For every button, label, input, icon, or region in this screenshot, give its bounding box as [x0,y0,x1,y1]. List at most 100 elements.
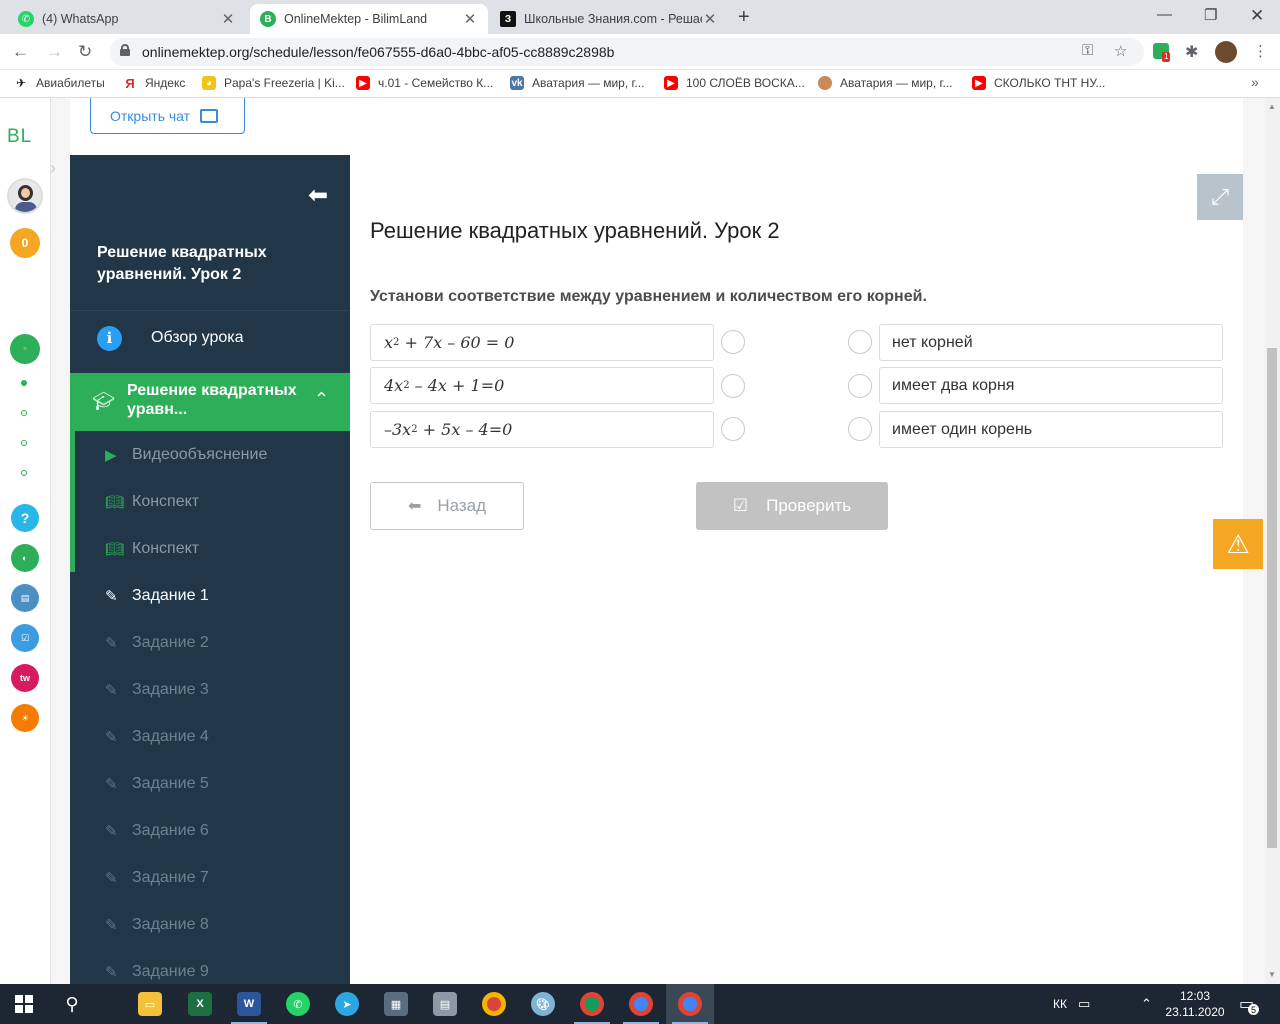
start-button[interactable] [0,984,48,1024]
sidebar-item-task-3[interactable]: ✎ Задание 3 [70,666,350,713]
reload-icon[interactable]: ↻ [78,42,92,62]
star-icon[interactable]: ☆ [1114,42,1127,60]
taskbar-calculator[interactable]: ▦ [372,984,420,1024]
nav-dot[interactable] [21,470,27,476]
equation-2-connector[interactable] [721,374,745,398]
equation-card-3[interactable]: –3x 2 + 5x – 4=0 [370,411,714,448]
close-tab-icon[interactable]: ✕ [220,10,236,28]
back-arrow-icon[interactable]: ← [12,42,29,62]
back-button[interactable]: ⬅ Назад [370,482,524,530]
omnibox[interactable]: onlinemektep.org/schedule/lesson/fe06755… [110,38,1144,66]
nav-dot[interactable] [21,440,27,446]
minimize-button[interactable]: — [1157,6,1172,23]
tab-onlinemektep[interactable]: B OnlineMektep - BilimLand ✕ [250,4,488,34]
taskbar-word[interactable]: W [225,984,273,1024]
bl-logo[interactable]: BL [7,126,32,148]
scroll-up-arrow-icon[interactable]: ▲ [1268,102,1276,111]
notifications-icon[interactable]: ▭ 5 [1239,984,1259,1024]
expand-rail-chevron-icon[interactable]: › [50,158,56,179]
profile-avatar[interactable] [1215,41,1237,63]
url-text[interactable]: onlinemektep.org/schedule/lesson/fe06755… [142,44,614,60]
answer-card-3[interactable]: имеет один корень [879,411,1223,448]
bilimland-app-icon[interactable]: ◐ [11,544,39,572]
network-icon[interactable]: ▭ [1078,984,1090,1024]
tab-whatsapp[interactable]: ✆ (4) WhatsApp ✕ [8,4,246,34]
sun-icon[interactable]: ☀ [11,704,39,732]
twig-icon[interactable]: tw [11,664,39,692]
close-tab-icon[interactable]: ✕ [702,10,718,28]
bookmark-item[interactable]: vk Аватария — мир, г... [510,76,644,90]
taskbar-chrome-3[interactable] [617,984,665,1024]
restore-button[interactable]: ❐ [1204,6,1217,24]
search-button[interactable]: ⚲ [48,984,96,1024]
nav-dot[interactable] [21,410,27,416]
equation-1-connector[interactable] [721,330,745,354]
taskbar-whatsapp[interactable]: ✆ [274,984,322,1024]
equation-3-connector[interactable] [721,417,745,441]
scroll-down-arrow-icon[interactable]: ▼ [1268,970,1276,979]
user-avatar[interactable] [7,178,43,214]
sidebar-item-video[interactable]: ▶ Видеообъяснение [70,431,350,478]
nav-dot[interactable] [21,380,27,386]
checklist-icon[interactable]: ☑ [11,624,39,652]
bookmark-item[interactable]: ▶ 100 СЛОЁВ ВОСКА... [664,76,805,90]
answer-2-connector[interactable] [848,374,872,398]
equation-card-1[interactable]: x2 + 7x – 60 = 0 [370,324,714,361]
answer-card-1[interactable]: нет корней [879,324,1223,361]
close-window-button[interactable]: ✕ [1250,6,1264,26]
answer-3-connector[interactable] [848,417,872,441]
bookmark-item[interactable]: Аватария — мир, г... [818,76,952,90]
bookmark-item[interactable]: ▶ ч.01 - Семейство К... [356,76,493,90]
taskbar-explorer[interactable]: ▭ [126,984,174,1024]
onlinemektep-icon[interactable]: ○ [10,334,40,364]
sidebar-item-notes[interactable]: 📖︎ Конспект [70,478,350,525]
report-problem-button[interactable]: ⚠ [1213,519,1263,569]
puzzle-icon[interactable]: ✱ [1185,42,1198,62]
input-language[interactable]: КК [1053,984,1067,1024]
bookmark-item[interactable]: ◕ Papa's Freezeria | Ki... [202,76,345,90]
sidebar-item-task-4[interactable]: ✎ Задание 4 [70,713,350,760]
bilimbook-icon[interactable]: ▤ [11,584,39,612]
check-button[interactable]: ☑ Проверить [696,482,888,530]
sidebar-section-current[interactable]: 🎓︎ Решение квадратных уравн... ⌃ [70,373,350,431]
sidebar-item-task-1[interactable]: ✎ Задание 1 [70,572,350,619]
close-tab-icon[interactable]: ✕ [462,10,478,28]
new-tab-button[interactable]: + [738,6,750,29]
sidebar-item-task-6[interactable]: ✎ Задание 6 [70,807,350,854]
sidebar-item-task-7[interactable]: ✎ Задание 7 [70,854,350,901]
bookmark-item[interactable]: ✈ Авиабилеты [14,76,105,90]
sidebar-item-task-9[interactable]: ✎ Задание 9 [70,948,350,984]
help-icon[interactable]: ? [11,504,39,532]
bookmark-item[interactable]: Я Яндекс [123,76,185,91]
taskbar-paint[interactable]: 🎨︎ [519,984,567,1024]
sidebar-item-task-2[interactable]: ✎ Задание 2 [70,619,350,666]
answer-1-connector[interactable] [848,330,872,354]
tab-znanija[interactable]: З Школьные Знания.com - Решае ✕ [490,4,728,34]
chevron-up-icon[interactable]: ⌃ [314,389,329,410]
taskbar-chrome[interactable] [470,984,518,1024]
tray-chevron-icon[interactable]: ⌃ [1141,984,1152,1024]
sidebar-item-task-5[interactable]: ✎ Задание 5 [70,760,350,807]
bookmark-item[interactable]: ▶ СКОЛЬКО ТНТ НУ... [972,76,1105,90]
sidebar-item-overview[interactable]: i Обзор урока [70,310,350,365]
shield-extension-icon[interactable]: 1 [1153,43,1171,62]
fullscreen-expand-button[interactable]: ⤢ [1197,174,1243,220]
forward-arrow-icon[interactable]: → [46,42,63,62]
taskbar-chrome-2[interactable] [568,984,616,1024]
menu-dots-icon[interactable]: ⋮ [1253,42,1268,60]
open-chat-button[interactable]: Открыть чат [90,98,245,134]
taskbar-excel[interactable]: X [176,984,224,1024]
coins-badge[interactable]: 0 [10,228,40,258]
bookmarks-overflow-icon[interactable]: » [1251,74,1259,90]
taskbar-chrome-active[interactable] [666,984,714,1024]
sidebar-item-task-8[interactable]: ✎ Задание 8 [70,901,350,948]
taskbar-app[interactable]: ▤ [421,984,469,1024]
taskbar-telegram[interactable]: ➤ [323,984,371,1024]
key-icon[interactable]: ⚿ [1082,42,1093,59]
collapse-sidebar-arrow-icon[interactable]: ⬅ [308,181,328,210]
scrollbar-thumb[interactable] [1267,348,1277,848]
answer-card-2[interactable]: имеет два корня [879,367,1223,404]
clock[interactable]: 12:03 23.11.2020 [1165,984,1225,1024]
sidebar-item-notes[interactable]: 📖︎ Конспект [70,525,350,572]
equation-card-2[interactable]: 4x 2 – 4x + 1=0 [370,367,714,404]
